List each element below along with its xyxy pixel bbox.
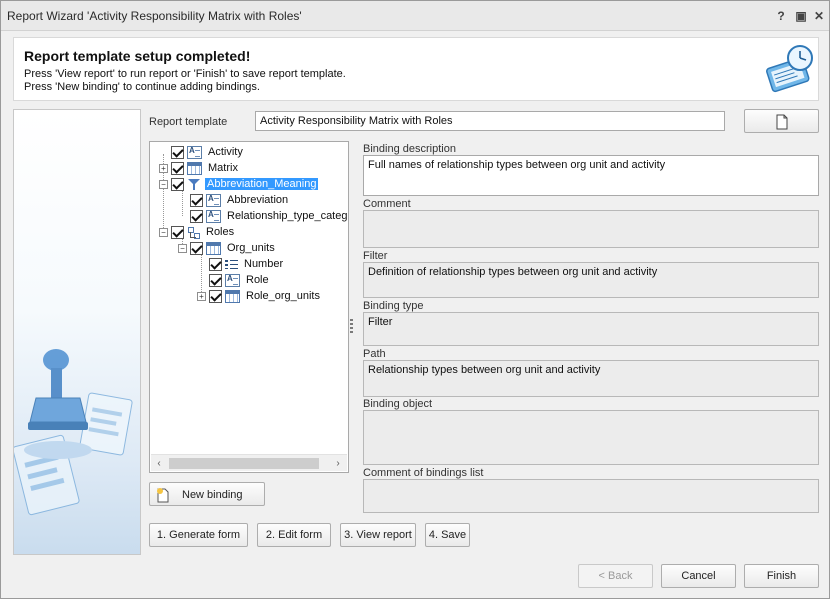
tree-node-label: Matrix [208,162,238,174]
finish-button[interactable]: Finish [744,564,819,588]
hierarchy-icon [187,226,200,239]
new-binding-label: New binding [182,489,243,501]
stamp-illustration [14,349,133,516]
title-bar: Report Wizard 'Activity Responsibility M… [1,1,829,31]
generate-form-button[interactable]: 1. Generate form [149,523,248,547]
back-button[interactable]: < Back [578,564,653,588]
new-binding-button[interactable]: New binding [149,482,265,506]
tree-node-roles[interactable]: − Roles [159,224,236,240]
tree-node-org-units[interactable]: − Org_units [178,240,277,256]
tree-node-label: Org_units [227,242,275,254]
role-checkbox[interactable] [209,273,222,287]
header-title: Report template setup completed! [24,48,251,64]
tree-horizontal-scrollbar[interactable]: ‹ › [151,454,347,471]
abbreviation-meaning-checkbox[interactable] [171,177,184,191]
binding-description-field[interactable]: Full names of relationship types between… [363,155,819,196]
header-instruction-1: Press 'View report' to run report or 'Fi… [24,68,346,80]
list-icon [225,258,238,271]
scroll-left-icon[interactable]: ‹ [152,457,166,470]
tree-node-number[interactable]: Number [209,256,285,272]
filter-field[interactable]: Definition of relationship types between… [363,262,819,298]
restore-icon[interactable]: ▣ [793,8,809,24]
tree-node-label: Role [246,274,269,286]
header-instruction-2: Press 'New binding' to continue adding b… [24,81,260,93]
tree-node-activity[interactable]: Activity [159,144,245,160]
tree-node-matrix[interactable]: + Matrix [159,160,240,176]
scroll-right-icon[interactable]: › [331,457,345,470]
table-icon [225,289,240,303]
tree-node-label: Abbreviation [227,194,289,206]
table-icon [206,241,221,255]
tree-node-label: Number [244,258,284,270]
text-field-icon [206,209,221,223]
report-clock-icon [766,45,813,93]
binding-type-field[interactable]: Filter [363,312,819,346]
text-field-icon [187,145,202,159]
path-field[interactable]: Relationship types between org unit and … [363,360,819,397]
edit-form-button[interactable]: 2. Edit form [257,523,331,547]
tree-node-label: Activity [208,146,243,158]
bindings-tree[interactable]: Activity + Matrix − Abbreviation_Meaning… [149,141,349,473]
filter-label: Filter [363,250,388,262]
document-icon [776,114,787,130]
roles-checkbox[interactable] [171,225,184,239]
tree-node-label: Relationship_type_category [227,210,348,222]
tree-node-label-selected: Abbreviation_Meaning [205,178,319,190]
collapse-icon[interactable]: − [159,227,168,237]
report-template-label: Report template [149,116,228,128]
binding-description-label: Binding description [363,143,456,155]
scroll-thumb[interactable] [169,458,319,469]
tree-node-role[interactable]: Role [209,272,271,288]
activity-checkbox[interactable] [171,145,184,159]
tree-node-role-org-units[interactable]: + Role_org_units [197,288,322,304]
collapse-icon[interactable]: − [178,243,187,253]
expand-icon[interactable]: + [197,291,206,301]
wizard-header: Report template setup completed! Press '… [13,37,819,101]
binding-object-label: Binding object [363,398,433,410]
report-wizard-window: Report Wizard 'Activity Responsibility M… [0,0,830,599]
comment-of-bindings-list-label: Comment of bindings list [363,467,484,479]
text-field-icon [206,193,221,207]
tree-node-label: Role_org_units [246,290,320,302]
path-label: Path [363,348,386,360]
filter-icon [187,178,201,191]
report-template-name-field[interactable]: Activity Responsibility Matrix with Role… [255,111,725,131]
expand-icon[interactable]: + [159,163,168,173]
relationship-type-category-checkbox[interactable] [190,209,203,223]
binding-type-label: Binding type [363,300,424,312]
text-field-icon [225,273,240,287]
template-file-button[interactable] [744,109,819,133]
binding-object-field[interactable] [363,410,819,465]
cancel-button[interactable]: Cancel [661,564,736,588]
close-icon[interactable]: ✕ [811,8,827,24]
save-button[interactable]: 4. Save [425,523,470,547]
splitter-handle[interactable] [350,319,353,333]
new-document-icon [157,488,169,503]
tree-node-label: Roles [206,226,235,238]
tree-node-relationship-type-category[interactable]: Relationship_type_category [190,208,348,224]
abbreviation-checkbox[interactable] [190,193,203,207]
wizard-side-illustration [13,109,141,555]
matrix-checkbox[interactable] [171,161,184,175]
tree-node-abbreviation-meaning[interactable]: − Abbreviation_Meaning [159,176,319,192]
view-report-button[interactable]: 3. View report [340,523,416,547]
role-org-units-checkbox[interactable] [209,289,222,303]
comment-field[interactable] [363,210,819,248]
org-units-checkbox[interactable] [190,241,203,255]
window-title: Report Wizard 'Activity Responsibility M… [7,9,302,23]
help-icon[interactable]: ? [773,8,789,24]
collapse-icon[interactable]: − [159,179,168,189]
tree-node-abbreviation[interactable]: Abbreviation [190,192,290,208]
table-icon [187,161,202,175]
comment-of-bindings-list-field[interactable] [363,479,819,513]
number-checkbox[interactable] [209,257,222,271]
comment-label: Comment [363,198,411,210]
